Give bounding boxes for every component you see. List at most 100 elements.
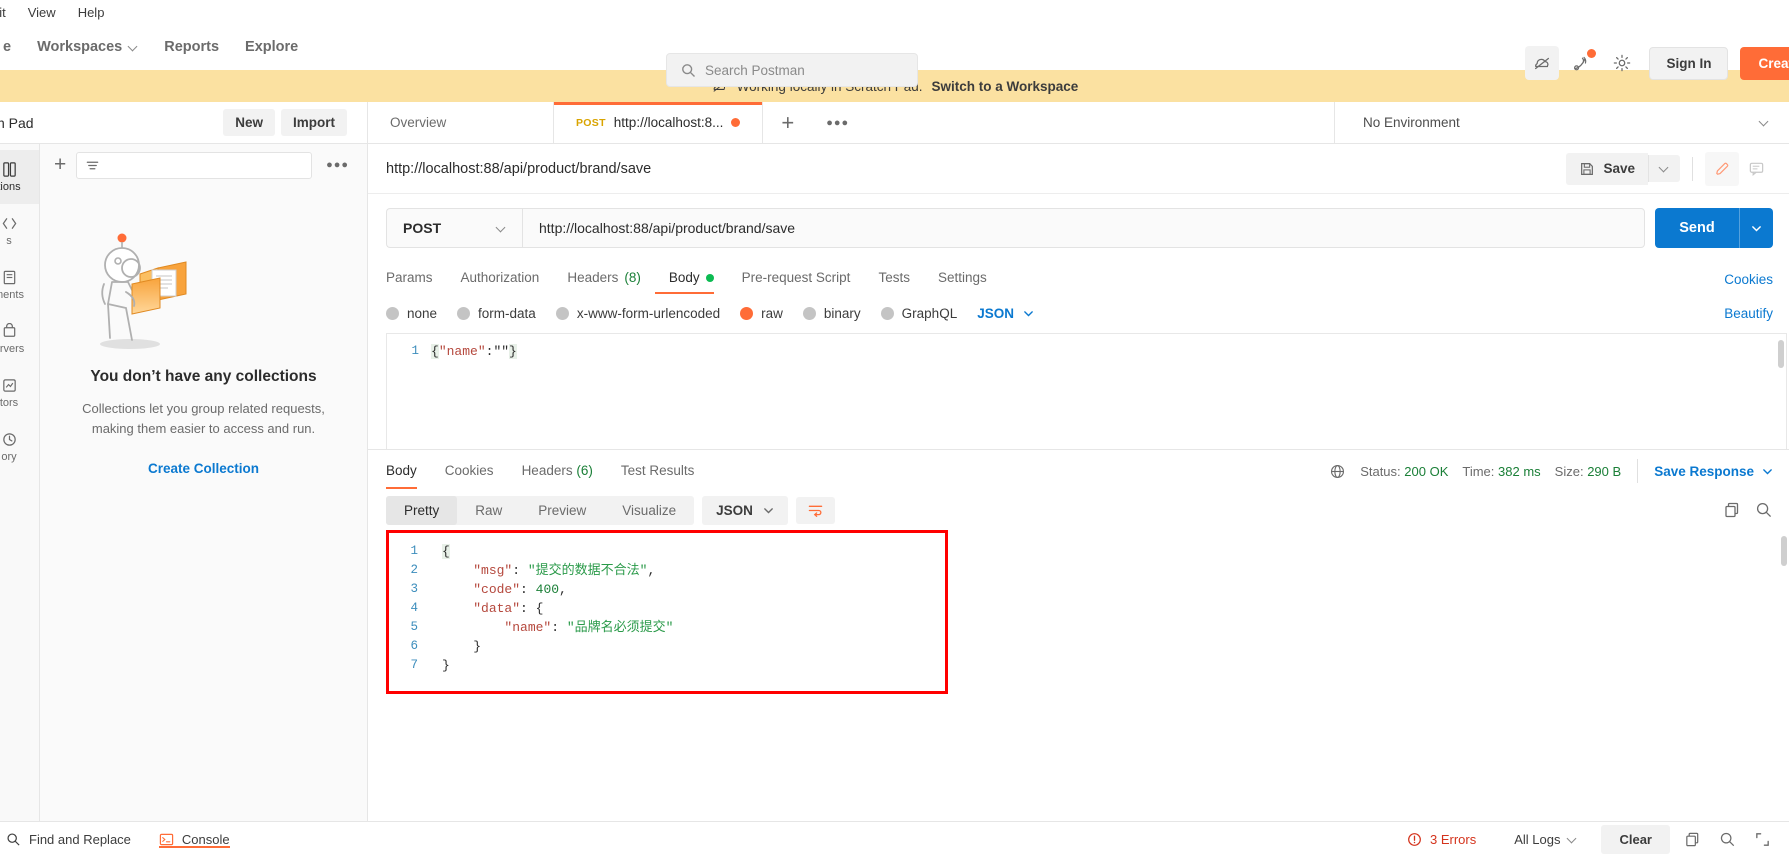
clear-button[interactable]: Clear — [1601, 825, 1670, 854]
status-label-group: Status: 200 OK — [1360, 464, 1448, 479]
create-account-button[interactable]: Create Ac — [1740, 46, 1789, 80]
menu-help[interactable]: Help — [67, 5, 116, 20]
create-collection-link[interactable]: Create Collection — [68, 461, 339, 476]
add-collection-button[interactable]: + — [54, 153, 66, 177]
json-line-2: "msg": "提交的数据不合法", — [473, 563, 656, 578]
response-scrollbar[interactable] — [1781, 536, 1787, 566]
collections-filter-input[interactable] — [76, 151, 313, 179]
collections-toolbar: + ●●● — [40, 144, 367, 186]
console-button[interactable]: Console — [145, 832, 244, 848]
response-tab-cookies-label: Cookies — [444, 463, 494, 478]
sidebar-item-environments[interactable]: ments — [0, 258, 39, 312]
expand-icon[interactable] — [1750, 831, 1775, 848]
sidebar-item-history-label: ory — [1, 451, 17, 463]
sidebar-item-collections[interactable]: tions — [0, 150, 39, 204]
import-button[interactable]: Import — [281, 109, 347, 136]
collections-options-icon[interactable]: ●●● — [322, 159, 353, 171]
response-tab-body[interactable]: Body — [386, 451, 431, 491]
beautify-link[interactable]: Beautify — [1724, 306, 1773, 321]
response-format-select[interactable]: JSON — [702, 495, 788, 525]
cookies-link[interactable]: Cookies — [1724, 272, 1773, 287]
sign-in-button[interactable]: Sign In — [1649, 46, 1729, 80]
http-method-select[interactable]: POST — [386, 208, 522, 248]
search-input[interactable]: Search Postman — [666, 53, 918, 87]
request-body-editor[interactable]: 1 {"name":""} — [386, 333, 1787, 449]
new-button[interactable]: New — [223, 109, 275, 136]
body-option-raw[interactable]: raw — [740, 306, 803, 321]
sidebar-item-monitors[interactable]: tors — [0, 366, 39, 420]
tab-tests[interactable]: Tests — [864, 260, 924, 298]
gear-icon[interactable] — [1605, 46, 1639, 80]
wrap-lines-icon[interactable] — [795, 496, 835, 524]
environment-selector[interactable]: No Environment — [1334, 102, 1789, 143]
body-format-select[interactable]: JSON — [977, 306, 1034, 321]
response-body[interactable]: 1 2 3 4 5 6 7 { "msg": "提交的数据不合法", "code… — [386, 528, 1789, 821]
tab-pre-request-script[interactable]: Pre-request Script — [728, 260, 865, 298]
errors-indicator[interactable]: 3 Errors — [1407, 832, 1490, 847]
banner-link[interactable]: Switch to a Workspace — [932, 79, 1079, 94]
find-and-replace-button[interactable]: Find and Replace — [6, 832, 145, 847]
postman-window: dit View Help e Workspaces Reports Explo… — [0, 0, 1789, 857]
response-view-raw[interactable]: Raw — [457, 496, 520, 525]
nav-reports-label: Reports — [164, 39, 220, 55]
response-view-visualize[interactable]: Visualize — [604, 496, 694, 525]
nav-reports[interactable]: Reports — [151, 33, 232, 61]
tab-options-icon[interactable]: ●●● — [812, 102, 863, 143]
copy-icon[interactable] — [1723, 501, 1741, 519]
body-option-graphql[interactable]: GraphQL — [880, 306, 978, 321]
send-button[interactable]: Send — [1655, 208, 1739, 248]
scratch-pad-title: ch Pad — [0, 114, 34, 131]
cloud-off-icon[interactable] — [1525, 46, 1560, 80]
response-view-pretty[interactable]: Pretty — [386, 495, 458, 525]
menu-view[interactable]: View — [17, 5, 67, 20]
search-icon[interactable] — [1715, 831, 1740, 848]
search-icon[interactable] — [1755, 501, 1773, 519]
chevron-down-icon — [1568, 835, 1577, 844]
sidebar-item-apis-label: s — [6, 235, 12, 247]
body-option-none[interactable]: none — [386, 306, 457, 321]
sidebar-item-apis[interactable]: s — [0, 204, 39, 258]
sidebar-item-history[interactable]: ory — [0, 420, 39, 474]
new-tab-button[interactable]: + — [763, 102, 812, 143]
chevron-down-icon — [1760, 118, 1769, 127]
tab-body-label: Body — [668, 270, 700, 285]
open-tabs: Overview POST http://localhost:8... + ●●… — [368, 102, 1334, 143]
tab-request-post[interactable]: POST http://localhost:8... — [554, 102, 764, 143]
tab-authorization[interactable]: Authorization — [447, 260, 554, 298]
tab-headers[interactable]: Headers (8) — [553, 260, 655, 298]
sidebar-item-mock-servers[interactable]: ervers — [0, 312, 39, 366]
copy-icon[interactable] — [1680, 831, 1705, 848]
response-tab-test-results[interactable]: Test Results — [607, 451, 709, 491]
editor-scrollbar[interactable] — [1778, 340, 1784, 368]
tab-params[interactable]: Params — [386, 260, 447, 298]
body-option-graphql-label: GraphQL — [901, 306, 958, 321]
save-button[interactable]: Save — [1566, 152, 1648, 185]
body-option-binary[interactable]: binary — [802, 306, 881, 321]
tab-settings[interactable]: Settings — [924, 260, 1001, 298]
chevron-down-icon — [129, 43, 138, 52]
save-options-button[interactable] — [1648, 155, 1680, 182]
response-view-preview[interactable]: Preview — [520, 496, 604, 525]
comment-icon[interactable] — [1739, 152, 1773, 186]
notifications-icon[interactable] — [1565, 46, 1599, 80]
scratch-pad-header: ch Pad New Import — [0, 102, 368, 143]
save-response-button[interactable]: Save Response — [1654, 464, 1773, 479]
response-tab-cookies[interactable]: Cookies — [431, 451, 508, 491]
tab-pre-request-script-label: Pre-request Script — [741, 270, 851, 285]
tab-body[interactable]: Body — [654, 260, 728, 298]
editor-content[interactable]: {"name":""} — [431, 334, 517, 449]
menu-edit[interactable]: dit — [0, 5, 17, 20]
edit-pencil-icon[interactable] — [1705, 151, 1739, 186]
nav-explore[interactable]: Explore — [232, 33, 311, 61]
response-line-number: 2 — [410, 563, 418, 577]
nav-workspaces[interactable]: Workspaces — [24, 33, 151, 61]
nav-home[interactable]: e — [0, 33, 24, 61]
url-input[interactable]: http://localhost:88/api/product/brand/sa… — [522, 208, 1645, 248]
send-options-button[interactable] — [1739, 208, 1773, 248]
response-line-number: 4 — [410, 601, 418, 615]
tab-overview[interactable]: Overview — [368, 102, 554, 143]
body-option-form-data[interactable]: form-data — [457, 306, 556, 321]
all-logs-select[interactable]: All Logs — [1500, 832, 1591, 847]
body-option-urlencoded[interactable]: x-www-form-urlencoded — [555, 306, 740, 321]
response-tab-headers[interactable]: Headers (6) — [508, 451, 607, 491]
